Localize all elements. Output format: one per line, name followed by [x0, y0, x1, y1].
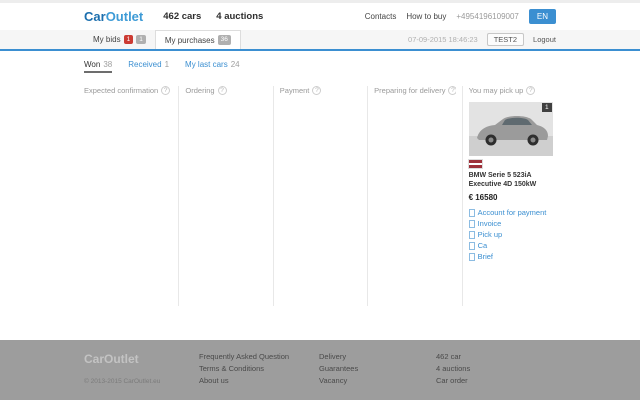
car-photo-image — [468, 102, 553, 156]
help-icon[interactable]: ? — [161, 86, 171, 95]
footer-link-car-order[interactable]: Car order — [436, 376, 470, 385]
datetime-display: 07-09-2015 18:46:23 — [408, 35, 478, 44]
document-icon — [468, 230, 475, 239]
link-brief[interactable]: Brief — [468, 251, 553, 262]
subtab-won[interactable]: Won 38 — [84, 60, 113, 73]
language-button[interactable]: EN — [528, 9, 556, 24]
user-button[interactable]: TEST2 — [486, 33, 525, 46]
car-card[interactable]: 1 BMW Serie 5 523iA Executive 4D 150kW €… — [468, 102, 553, 262]
status-board: Expected confirmation ? Ordering ? Payme… — [84, 86, 556, 306]
link-label: Account for payment — [477, 208, 547, 218]
footer: CarOutlet © 2013-2015 CarOutlet.eu Frequ… — [0, 340, 640, 400]
link-ca[interactable]: Ca — [468, 240, 553, 251]
footer-link-delivery[interactable]: Delivery — [319, 352, 436, 361]
footer-copyright: © 2013-2015 CarOutlet.eu — [84, 378, 161, 385]
nav-how-to-buy[interactable]: How to buy — [406, 12, 446, 21]
country-flag-icon — [468, 160, 482, 168]
help-icon[interactable]: ? — [448, 86, 456, 95]
subtab-received-count: 1 — [164, 60, 170, 69]
my-bids-red-badge: 1 — [123, 34, 134, 45]
column-ordering: Ordering ? — [178, 86, 272, 306]
document-icon — [468, 241, 475, 250]
logo[interactable]: CarOutlet — [84, 9, 143, 24]
nav-contacts[interactable]: Contacts — [365, 12, 397, 21]
help-icon[interactable]: ? — [526, 86, 536, 95]
column-you-may-pick-up: You may pick up ? 1 BMW Serie 5 523iA Ex… — [461, 86, 556, 306]
subtab-my-last-cars-count: 24 — [230, 60, 240, 69]
car-title[interactable]: BMW Serie 5 523iA Executive 4D 150kW — [469, 171, 553, 189]
subtab-won-label: Won — [84, 60, 101, 69]
footer-link-faq[interactable]: Frequently Asked Question — [199, 352, 319, 361]
link-account-for-payment[interactable]: Account for payment — [468, 207, 553, 218]
tab-my-bids[interactable]: My bids 1 1 — [84, 30, 155, 49]
document-icon — [468, 208, 475, 217]
my-bids-gray-badge: 1 — [136, 34, 146, 45]
footer-link-car-count[interactable]: 462 car — [436, 352, 470, 361]
column-title: You may pick up — [468, 86, 524, 95]
photo-count-badge: 1 — [541, 103, 552, 112]
link-label: Brief — [477, 252, 493, 262]
help-icon[interactable]: ? — [217, 86, 227, 95]
link-invoice[interactable]: Invoice — [468, 218, 553, 229]
column-title: Ordering — [185, 86, 215, 95]
subtab-received-label: Received — [128, 60, 162, 69]
logo-text-outlet: Outlet — [105, 9, 144, 24]
tab-bar: My bids 1 1 My purchases 36 07-09-2015 1… — [0, 30, 640, 51]
column-payment: Payment ? — [272, 86, 367, 306]
subtab-won-count: 38 — [103, 60, 113, 69]
subtab-my-last-cars-label: My last cars — [185, 60, 228, 69]
logo-text-car: Car — [84, 9, 106, 24]
car-photo[interactable]: 1 — [468, 102, 553, 156]
column-title: Preparing for delivery — [374, 86, 446, 95]
tab-my-bids-label: My bids — [93, 35, 121, 44]
link-label: Invoice — [477, 219, 502, 229]
footer-logo: CarOutlet — [84, 352, 139, 366]
column-preparing-for-delivery: Preparing for delivery ? — [367, 86, 461, 306]
header: CarOutlet 462 cars 4 auctions Contacts H… — [0, 3, 640, 30]
footer-link-terms[interactable]: Terms & Conditions — [199, 364, 319, 373]
header-auctions-count[interactable]: 4 auctions — [216, 11, 263, 22]
footer-link-auctions[interactable]: 4 auctions — [436, 364, 470, 373]
link-label: Ca — [477, 241, 488, 251]
footer-link-vacancy[interactable]: Vacancy — [319, 376, 436, 385]
link-pick-up[interactable]: Pick up — [468, 229, 553, 240]
logout-link[interactable]: Logout — [533, 35, 556, 44]
footer-link-about-us[interactable]: About us — [199, 376, 319, 385]
tab-my-purchases[interactable]: My purchases 36 — [154, 30, 241, 49]
subtabs: Won 38 Received 1 My last cars 24 — [84, 60, 556, 73]
header-cars-count[interactable]: 462 cars — [163, 11, 201, 22]
document-icon — [468, 252, 475, 261]
column-title: Payment — [279, 86, 310, 95]
column-title: Expected confirmation — [84, 86, 159, 95]
footer-link-guarantees[interactable]: Guarantees — [319, 364, 436, 373]
column-expected-confirmation: Expected confirmation ? — [84, 86, 178, 306]
car-price: € 16580 — [468, 193, 498, 203]
main-content: Won 38 Received 1 My last cars 24 Expect… — [84, 51, 556, 340]
my-purchases-badge: 36 — [217, 35, 231, 45]
subtab-my-last-cars[interactable]: My last cars 24 — [185, 60, 240, 69]
link-label: Pick up — [477, 230, 503, 240]
subtab-received[interactable]: Received 1 — [128, 60, 169, 69]
phone-number: +4954196109007 — [456, 12, 519, 21]
document-icon — [468, 219, 475, 228]
tab-my-purchases-label: My purchases — [164, 35, 215, 45]
help-icon[interactable]: ? — [312, 86, 322, 95]
